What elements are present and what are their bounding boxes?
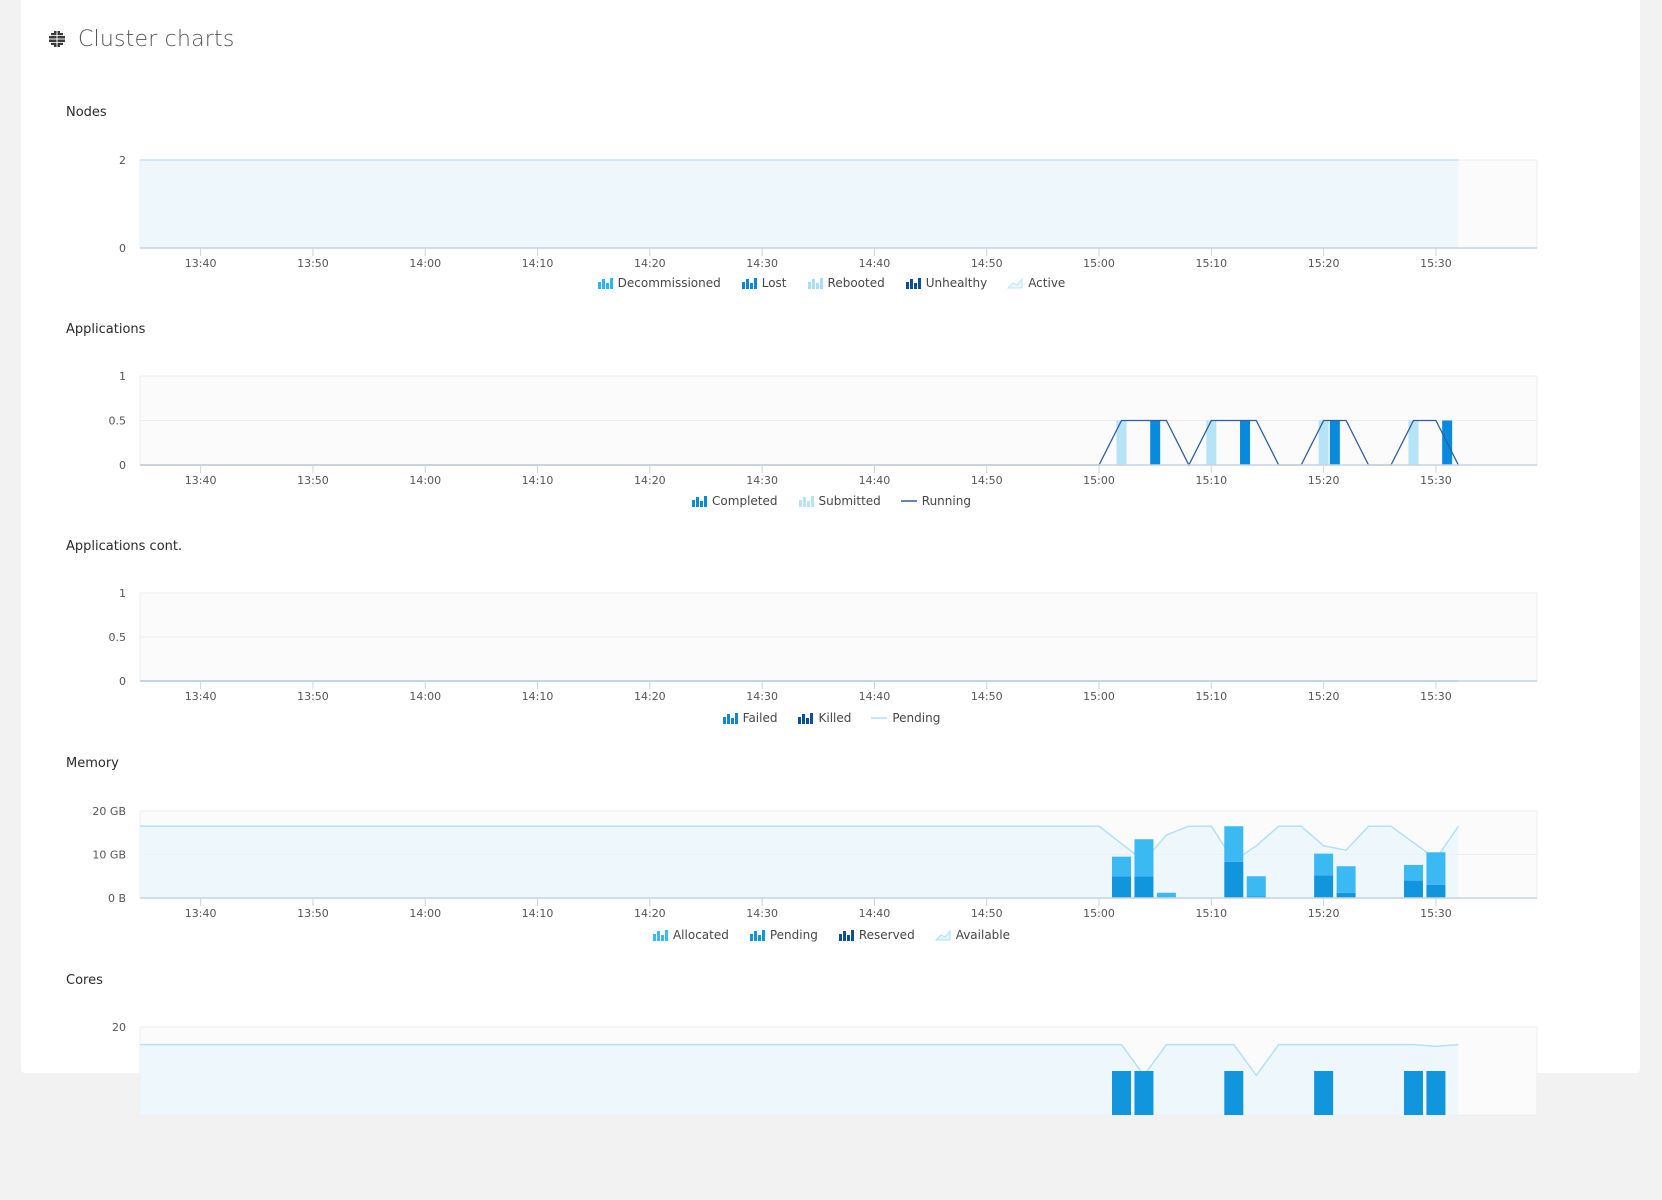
bar-pending[interactable] — [1314, 1071, 1334, 1115]
bar-pending[interactable] — [1403, 1071, 1423, 1115]
chart-cores: 20 — [112, 1021, 1538, 1116]
y-tick-label: 20 — [112, 1021, 126, 1034]
bar-pending[interactable] — [1426, 1071, 1446, 1115]
bar-pending[interactable] — [1134, 1071, 1154, 1115]
bar-pending[interactable] — [1224, 1071, 1244, 1115]
bar-pending[interactable] — [1111, 1071, 1131, 1115]
